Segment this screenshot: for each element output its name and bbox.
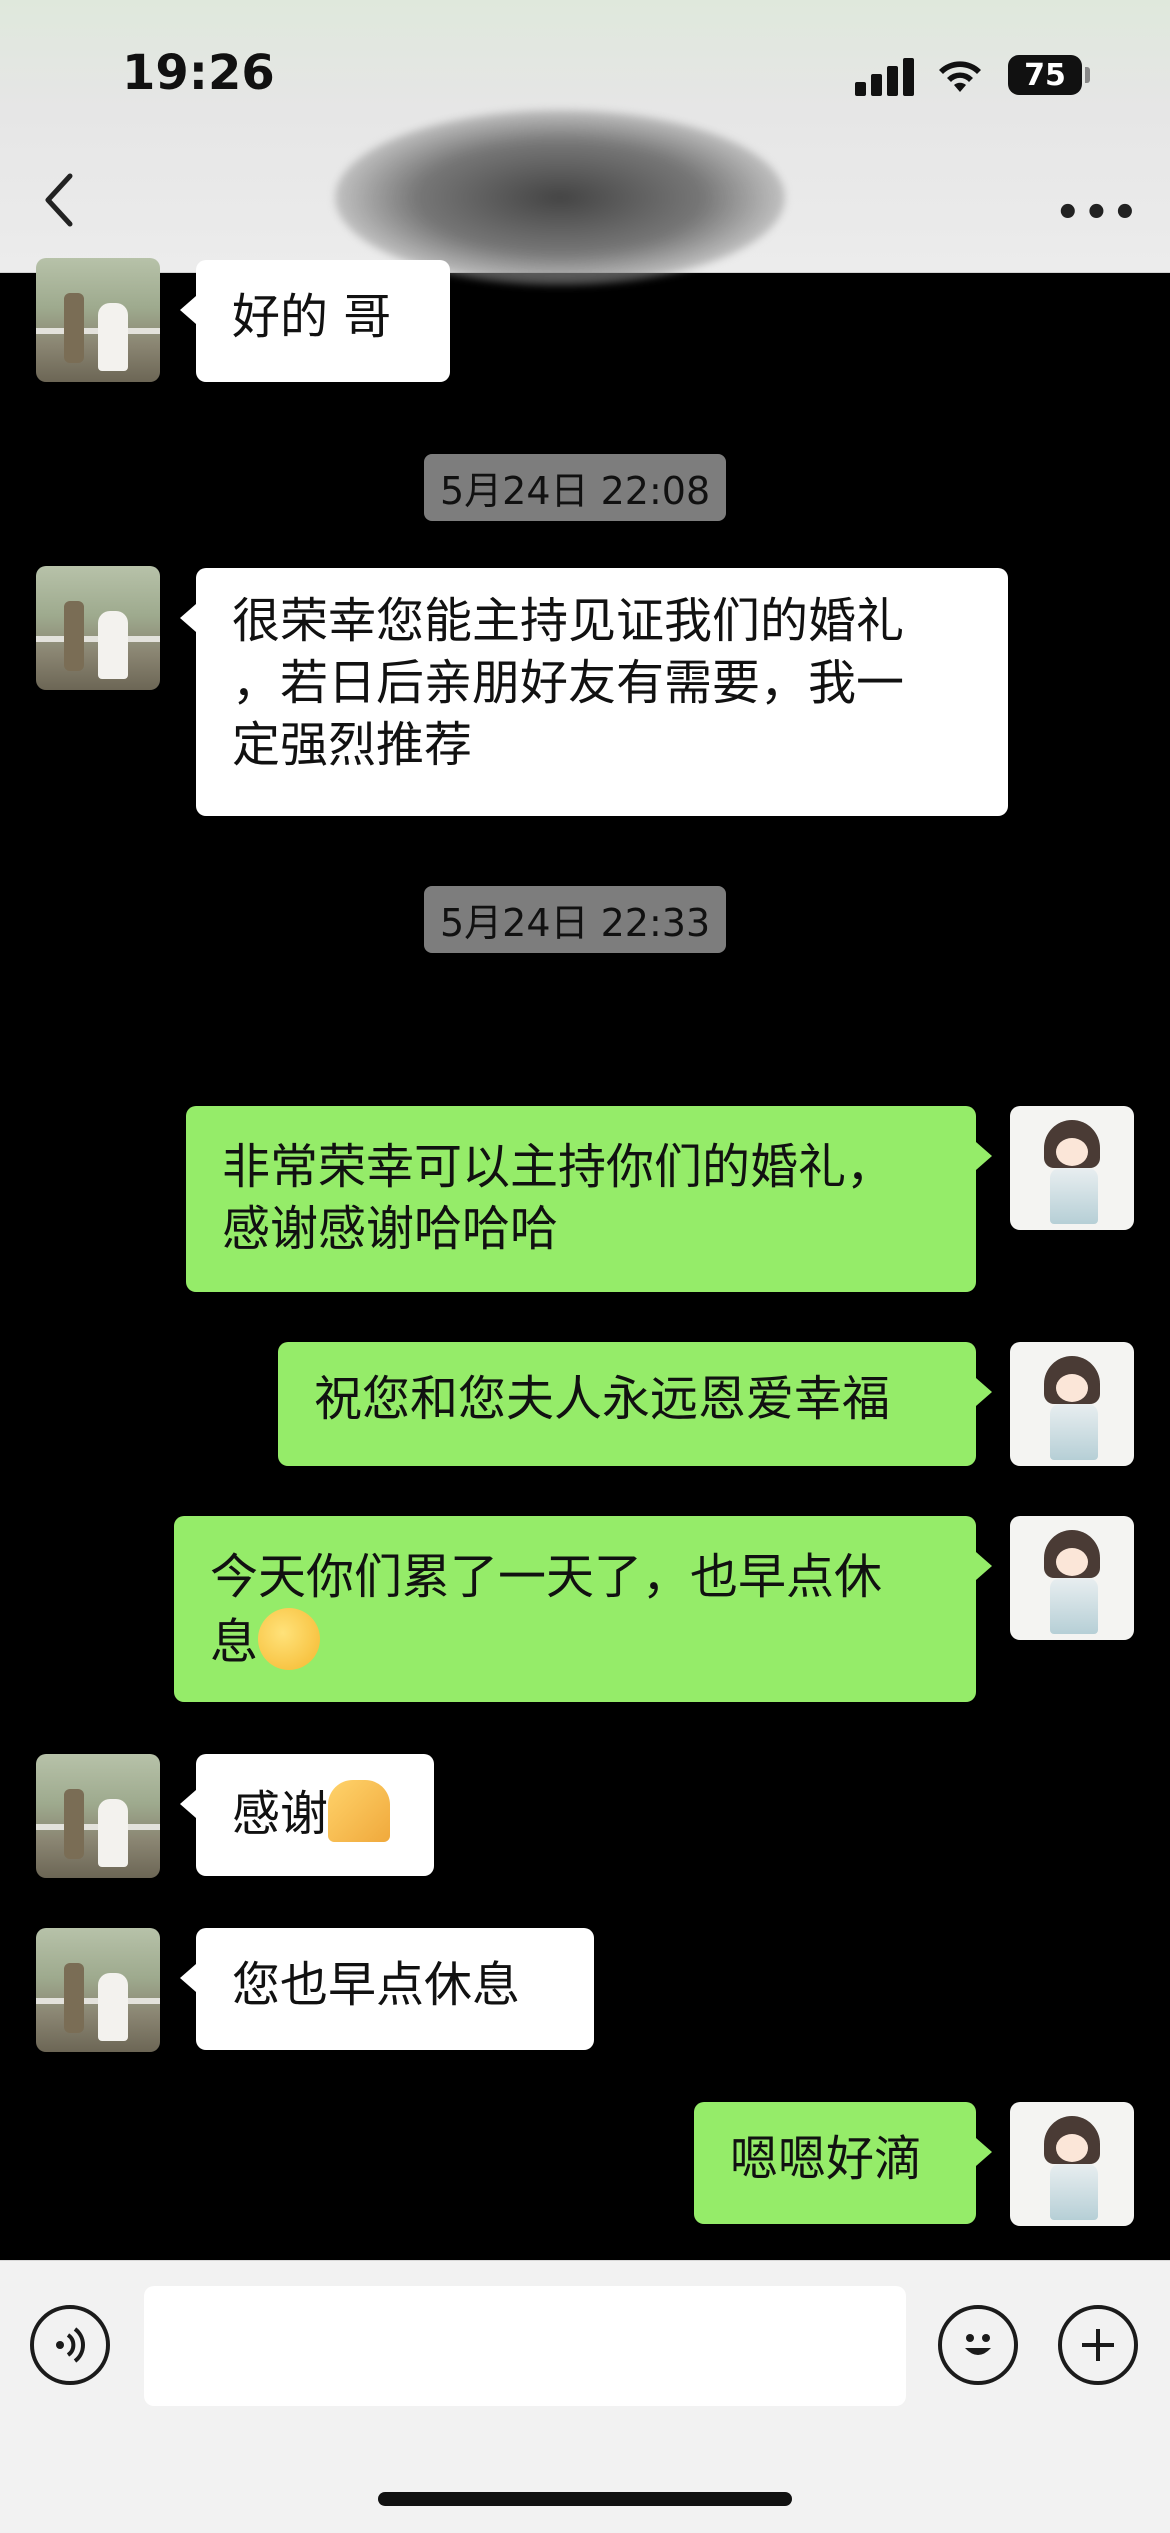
- message-bubble-received[interactable]: 感谢: [180, 1754, 434, 1876]
- message-bubble-sent[interactable]: 嗯嗯好滴: [694, 2102, 992, 2224]
- message-text: 感谢: [232, 1786, 329, 1842]
- message-bubble-received[interactable]: 好的 哥: [180, 260, 450, 382]
- status-time: 19:26: [122, 45, 275, 101]
- self-avatar[interactable]: [1010, 2102, 1134, 2226]
- message-bubble-sent[interactable]: 祝您和您夫人永远恩爱幸福: [278, 1342, 992, 1466]
- timestamp: 5月24日 22:33: [424, 886, 727, 953]
- message-text: 您也早点休息: [232, 1957, 521, 2013]
- nav-bar: 19:26 75 •••: [0, 0, 1170, 285]
- chevron-left-icon[interactable]: [40, 170, 80, 230]
- message-line: ，若日后亲朋好友有需要，我一: [232, 655, 905, 711]
- pray-hands-emoji: [328, 1780, 391, 1842]
- message-text: 好的 哥: [232, 289, 392, 345]
- message-bubble-received[interactable]: 您也早点休息: [180, 1928, 594, 2050]
- message-line: 定强烈推荐: [232, 717, 473, 773]
- more-dots-icon[interactable]: •••: [1055, 190, 1141, 236]
- signal-icon: [855, 56, 915, 96]
- timestamp: 5月24日 22:08: [424, 454, 727, 521]
- message-bubble-sent[interactable]: 非常荣幸可以主持你们的婚礼， 感谢感谢哈哈哈: [186, 1106, 992, 1292]
- message-line: 今天你们累了一天了，也早点休: [210, 1549, 883, 1605]
- battery-icon: 75: [1008, 55, 1090, 95]
- self-avatar[interactable]: [1010, 1516, 1134, 1640]
- thinking-face-emoji: [258, 1608, 321, 1670]
- message-bubble-sent[interactable]: 今天你们累了一天了，也早点休 息: [174, 1516, 992, 1702]
- plus-sign-icon: [1082, 2329, 1114, 2361]
- message-line: 息: [210, 1614, 259, 1670]
- message-line: 感谢感谢哈哈哈: [222, 1201, 559, 1257]
- home-indicator[interactable]: [378, 2492, 792, 2506]
- blurred-chat-title: [335, 110, 785, 285]
- message-text: 祝您和您夫人永远恩爱幸福: [314, 1371, 891, 1427]
- message-text: 嗯嗯好滴: [730, 2131, 923, 2187]
- message-line: 很荣幸您能主持见证我们的婚礼: [232, 593, 905, 649]
- voice-wave-icon: [56, 2327, 85, 2363]
- self-avatar[interactable]: [1010, 1106, 1134, 1230]
- contact-avatar[interactable]: [36, 1928, 160, 2052]
- smile-icon[interactable]: [938, 2305, 1018, 2385]
- smile-face-icon: [965, 2334, 991, 2355]
- message-input[interactable]: [144, 2286, 906, 2406]
- contact-avatar[interactable]: [36, 258, 160, 382]
- voice-icon[interactable]: [30, 2305, 110, 2385]
- wifi-icon: [939, 61, 981, 92]
- self-avatar[interactable]: [1010, 1342, 1134, 1466]
- plus-icon[interactable]: [1058, 2305, 1138, 2385]
- message-bubble-received[interactable]: 很荣幸您能主持见证我们的婚礼 ，若日后亲朋好友有需要，我一 定强烈推荐: [180, 568, 1008, 816]
- contact-avatar[interactable]: [36, 1754, 160, 1878]
- message-line: 非常荣幸可以主持你们的婚礼，: [222, 1139, 895, 1195]
- contact-avatar[interactable]: [36, 566, 160, 690]
